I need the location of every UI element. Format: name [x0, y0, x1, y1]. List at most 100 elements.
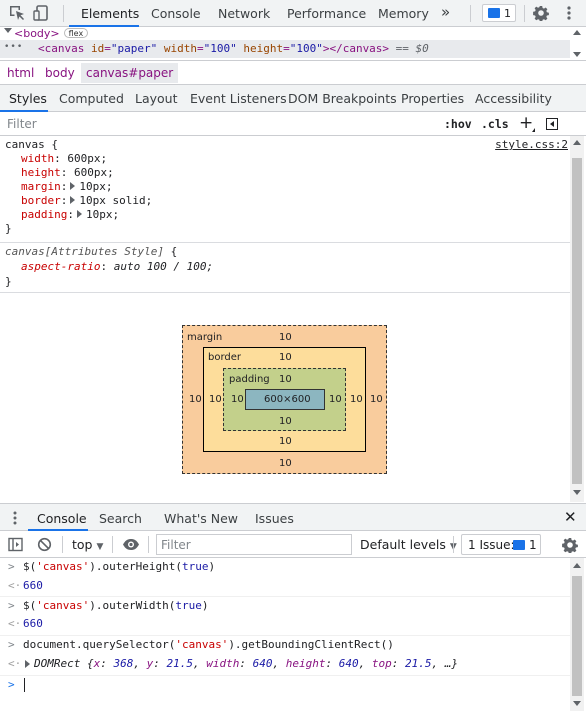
- hov-toggle-button[interactable]: :hov: [444, 117, 472, 131]
- expand-shorthand-icon[interactable]: [70, 182, 76, 190]
- scroll-down-arrow-icon[interactable]: [573, 490, 581, 495]
- expand-shorthand-icon[interactable]: [70, 196, 76, 204]
- rule-menu-corner-icon: [532, 128, 535, 132]
- scroll-down-arrow-icon[interactable]: [573, 52, 581, 57]
- tab-memory[interactable]: Memory: [378, 6, 429, 21]
- tab-event-listeners[interactable]: Event Listeners: [190, 91, 287, 106]
- cls-toggle-button[interactable]: .cls: [481, 117, 509, 131]
- tab-accessibility[interactable]: Accessibility: [475, 91, 552, 106]
- expand-shorthand-icon[interactable]: [76, 210, 82, 218]
- padding-top-value[interactable]: 10: [279, 374, 292, 385]
- dom-node-body[interactable]: <body> flex: [14, 27, 89, 40]
- rule-close-brace: }: [5, 222, 12, 235]
- padding-left-value[interactable]: 10: [231, 394, 244, 405]
- console-filter-input[interactable]: Filter: [156, 534, 352, 555]
- show-sidebar-icon[interactable]: [8, 537, 23, 552]
- console-settings-gear-icon[interactable]: [562, 537, 578, 553]
- console-command[interactable]: document.querySelector('canvas').getBoun…: [23, 638, 394, 651]
- result-arrow-icon: <·: [8, 617, 22, 630]
- expand-arrow-icon[interactable]: [4, 28, 12, 33]
- selected-dom-node[interactable]: ••• <canvas id="paper" width="100" heigh…: [0, 40, 570, 58]
- drawer-menu-kebab-icon[interactable]: [11, 510, 19, 526]
- border-top-value[interactable]: 10: [279, 352, 292, 363]
- inspect-element-icon[interactable]: [9, 5, 25, 21]
- device-toolbar-icon[interactable]: [33, 5, 49, 21]
- context-selector[interactable]: top ▼: [72, 537, 103, 552]
- settings-gear-icon[interactable]: [533, 5, 549, 21]
- console-scrollbar[interactable]: [570, 558, 584, 711]
- tab-dom-breakpoints[interactable]: DOM Breakpoints: [288, 91, 397, 106]
- border-bottom-value[interactable]: 10: [279, 436, 292, 447]
- tab-properties[interactable]: Properties: [401, 91, 464, 106]
- attr-id-name: id: [90, 42, 105, 55]
- input-prompt-icon: >: [8, 560, 15, 573]
- scroll-up-arrow-icon[interactable]: [573, 140, 581, 145]
- live-expression-eye-icon[interactable]: [122, 538, 140, 551]
- breadcrumb-html[interactable]: html: [7, 66, 34, 80]
- expand-object-icon[interactable]: [25, 660, 30, 668]
- toggle-computed-pane-icon[interactable]: [546, 118, 558, 130]
- border-label: border: [208, 352, 242, 363]
- padding-bottom-value[interactable]: 10: [279, 416, 292, 427]
- tab-performance[interactable]: Performance: [287, 6, 366, 21]
- result-arrow-icon: <·: [8, 657, 22, 670]
- margin-left-value[interactable]: 10: [189, 394, 202, 405]
- padding-right-value[interactable]: 10: [329, 394, 342, 405]
- scrollbar-thumb[interactable]: [572, 576, 582, 696]
- drawer-tab-search[interactable]: Search: [99, 511, 142, 526]
- console-issues-button[interactable]: 1 Issue: 1: [461, 534, 541, 555]
- margin-top-value[interactable]: 10: [279, 332, 292, 343]
- border-right-value[interactable]: 10: [350, 394, 363, 405]
- attr-id-value: "paper": [110, 42, 158, 55]
- css-declaration[interactable]: aspect-ratio: auto 100 / 100;: [21, 260, 213, 273]
- domrect-result[interactable]: DOMRect {x: 368, y: 21.5, width: 640, he…: [34, 657, 458, 670]
- scroll-up-arrow-icon[interactable]: [573, 563, 581, 568]
- toolbar-divider: [62, 536, 63, 553]
- toolbar-divider: [524, 5, 525, 22]
- input-prompt-icon: >: [8, 638, 15, 651]
- breadcrumb-canvas-paper[interactable]: canvas#paper: [81, 63, 179, 83]
- scroll-down-arrow-icon[interactable]: [573, 701, 581, 706]
- node-actions-dots-icon[interactable]: •••: [4, 42, 23, 52]
- drawer-tab-console[interactable]: Console: [37, 511, 87, 526]
- tab-styles[interactable]: Styles: [9, 91, 47, 106]
- clear-console-icon[interactable]: [37, 537, 52, 552]
- styles-scrollbar[interactable]: [570, 136, 584, 502]
- css-declaration[interactable]: margin: 10px;: [21, 180, 113, 193]
- tab-elements[interactable]: Elements: [81, 6, 139, 21]
- console-prompt-line[interactable]: >: [0, 676, 570, 700]
- log-levels-dropdown[interactable]: Default levels ▼: [360, 537, 457, 552]
- css-declaration[interactable]: padding: 10px;: [21, 208, 119, 221]
- console-result[interactable]: 660: [23, 617, 43, 630]
- css-declaration[interactable]: border: 10px solid;: [21, 194, 152, 207]
- dom-scrollbar[interactable]: [570, 27, 584, 60]
- flex-badge[interactable]: flex: [63, 28, 89, 38]
- tab-computed[interactable]: Computed: [59, 91, 124, 106]
- drawer-tab-issues[interactable]: Issues: [255, 511, 294, 526]
- console-command[interactable]: $('canvas').outerHeight(true): [23, 560, 215, 573]
- css-declaration[interactable]: width: 600px;: [21, 152, 107, 165]
- issues-counter-button[interactable]: 1: [482, 4, 516, 22]
- tab-console[interactable]: Console: [151, 6, 201, 21]
- stylesheet-source-link[interactable]: style.css:2: [495, 138, 568, 151]
- margin-bottom-value[interactable]: 10: [279, 458, 292, 469]
- close-drawer-icon[interactable]: ✕: [564, 508, 577, 526]
- styles-filter-input[interactable]: Filter: [7, 117, 37, 131]
- content-size-value[interactable]: 600×600: [264, 394, 311, 405]
- scrollbar-thumb[interactable]: [572, 158, 582, 484]
- css-declaration[interactable]: height: 600px;: [21, 166, 114, 179]
- tab-network[interactable]: Network: [218, 6, 270, 21]
- console-command[interactable]: $('canvas').outerWidth(true): [23, 599, 208, 612]
- console-entry: > document.querySelector('canvas').getBo…: [0, 636, 570, 675]
- attr-width-value: "100": [203, 42, 237, 55]
- border-left-value[interactable]: 10: [209, 394, 222, 405]
- body-tag: <body>: [14, 27, 60, 40]
- more-options-kebab-icon[interactable]: [561, 5, 577, 21]
- tab-layout[interactable]: Layout: [135, 91, 178, 106]
- margin-right-value[interactable]: 10: [370, 394, 383, 405]
- breadcrumb-body[interactable]: body: [45, 66, 75, 80]
- drawer-tab-whats-new[interactable]: What's New: [164, 511, 238, 526]
- scroll-up-arrow-icon[interactable]: [573, 30, 581, 35]
- more-tabs-chevron[interactable]: »: [441, 3, 450, 21]
- console-result[interactable]: 660: [23, 579, 43, 592]
